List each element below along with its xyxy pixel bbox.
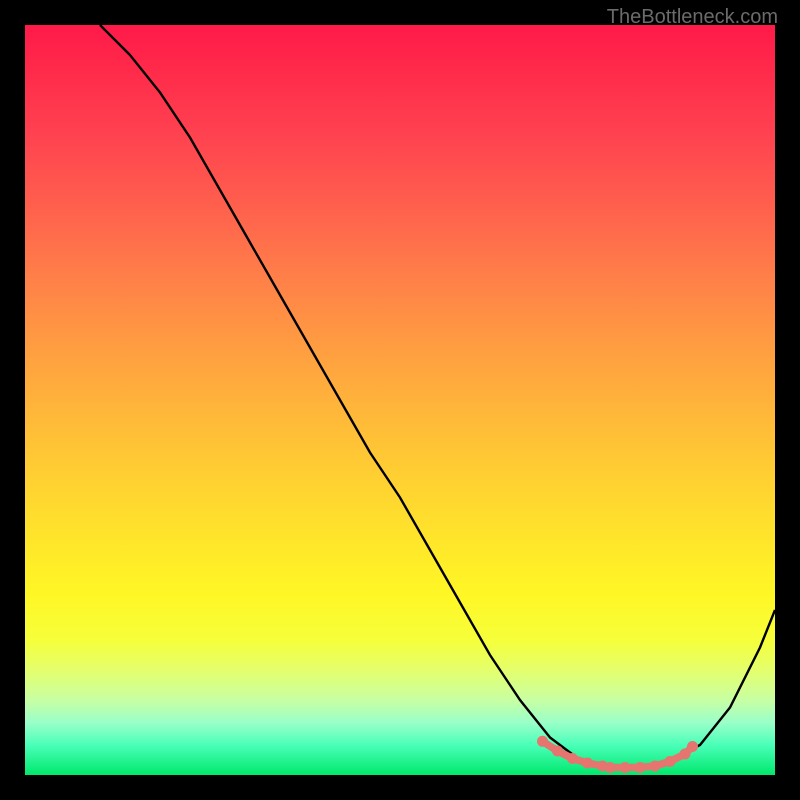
curve-line [100,25,775,768]
plot-area [25,25,775,775]
watermark-text: TheBottleneck.com [607,6,778,29]
curve-highlight-segments [543,741,693,767]
chart-curve-layer [25,25,775,775]
